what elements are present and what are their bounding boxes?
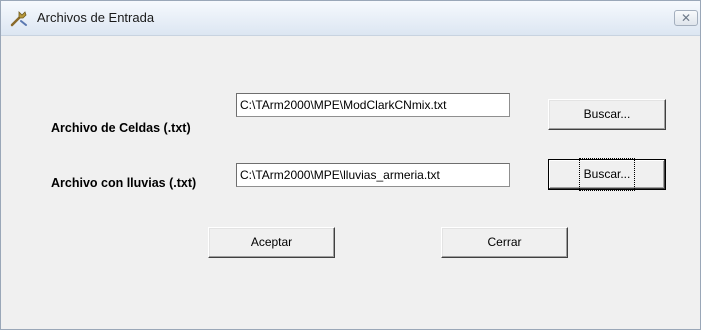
celdas-file-label: Archivo de Celdas (.txt) bbox=[51, 121, 191, 135]
buscar-lluvias-button[interactable]: Buscar... bbox=[548, 158, 666, 191]
close-icon: ✕ bbox=[680, 11, 692, 25]
cerrar-button[interactable]: Cerrar bbox=[441, 227, 568, 258]
dialog-window: Archivos de Entrada ✕ Archivo de Celdas … bbox=[0, 0, 701, 330]
lluvias-file-input[interactable] bbox=[236, 163, 510, 187]
window-title: Archivos de Entrada bbox=[37, 10, 155, 25]
celdas-file-input[interactable] bbox=[236, 93, 510, 117]
tools-icon bbox=[10, 11, 27, 27]
buscar-celdas-button[interactable]: Buscar... bbox=[548, 99, 666, 130]
close-button[interactable]: ✕ bbox=[674, 10, 698, 26]
aceptar-button[interactable]: Aceptar bbox=[208, 227, 335, 258]
lluvias-file-label: Archivo con lluvias (.txt) bbox=[51, 176, 197, 190]
title-bar[interactable]: Archivos de Entrada ✕ bbox=[1, 1, 700, 36]
